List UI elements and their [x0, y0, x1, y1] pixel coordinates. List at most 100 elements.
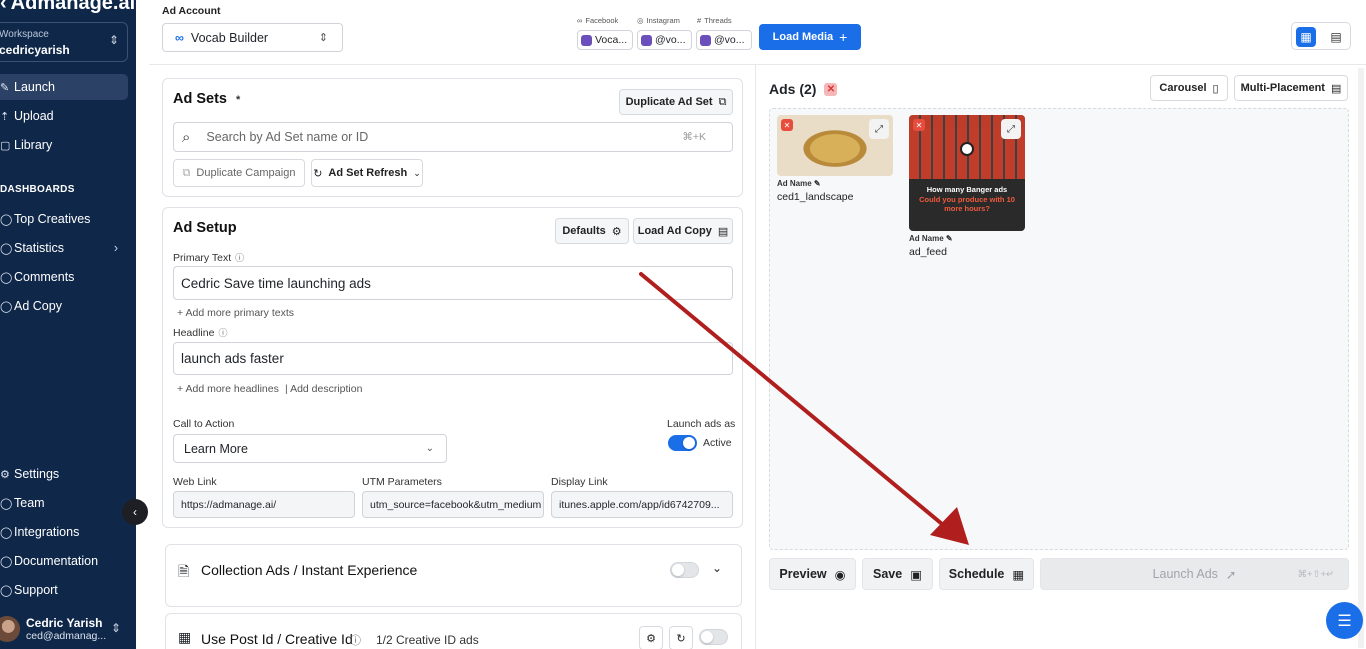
add-headlines-link[interactable]: + Add more headlines: [177, 383, 279, 395]
load-media-button[interactable]: Load Media +: [759, 24, 861, 50]
table-view-icon[interactable]: ▤: [1326, 27, 1346, 47]
shortcut-hint: ⌘+K: [682, 131, 706, 143]
post-id-settings-button[interactable]: ⚙: [639, 626, 663, 649]
threads-icon: #: [697, 16, 702, 25]
ads-dropzone[interactable]: ✕ ⤢ Ad Name ✎ ced1_landscape How many Ba…: [769, 108, 1349, 550]
label-text: Ad Name: [777, 179, 812, 188]
grid-view-icon[interactable]: ▦: [1296, 27, 1316, 47]
sidebar-item-label: Integrations: [14, 525, 80, 539]
toggle-knob: [701, 631, 713, 643]
required-marker: *: [236, 94, 241, 106]
add-description-link[interactable]: | Add description: [285, 383, 362, 395]
schedule-button[interactable]: Schedule ▦: [939, 558, 1034, 590]
chevron-updown-icon: ⇕: [318, 32, 328, 44]
threads-platform-label: # Threads: [697, 16, 732, 25]
launch-as-value: Active: [703, 437, 732, 449]
pencil-icon[interactable]: ✎: [946, 234, 953, 243]
utm-input[interactable]: utm_source=facebook&utm_medium: [362, 491, 544, 518]
collection-title: Collection Ads / Instant Experience: [201, 562, 418, 578]
sidebar-item-support[interactable]: ◯ Support: [0, 577, 128, 603]
workspace-selector[interactable]: Workspace cedricyarish ⇕: [0, 22, 128, 62]
user-menu[interactable]: Cedric Yarish ced@admanag... ⇕: [0, 612, 136, 646]
cta-select[interactable]: Learn More ⌄: [173, 434, 447, 463]
launch-active-toggle[interactable]: [668, 435, 697, 451]
preview-button[interactable]: Preview ◉: [769, 558, 856, 590]
headline-input[interactable]: launch ads faster: [173, 342, 733, 375]
ad-account-label: Ad Account: [162, 5, 221, 17]
display-link-input[interactable]: itunes.apple.com/app/id6742709...: [551, 491, 733, 518]
ad-name-label: Ad Name ✎: [777, 179, 893, 188]
sidebar-item-documentation[interactable]: ◯ Documentation: [0, 548, 128, 574]
expand-icon[interactable]: ⤢: [869, 119, 889, 139]
scrollbar[interactable]: [1358, 68, 1364, 648]
layers-icon: ▤: [1330, 82, 1342, 95]
chat-support-button[interactable]: ☰: [1326, 602, 1363, 639]
sidebar-item-ad-copy[interactable]: ◯ Ad Copy: [0, 293, 128, 319]
launch-ads-button[interactable]: Launch Ads ➚ ⌘+⇧+↵: [1040, 558, 1349, 590]
sidebar-item-upload[interactable]: ⇡ Upload: [0, 103, 128, 129]
sidebar-item-launch[interactable]: ✎ Launch: [0, 74, 128, 100]
section-dashboards: DASHBOARDS: [0, 184, 75, 195]
remove-ad-icon[interactable]: ✕: [781, 119, 793, 131]
button-label: Carousel: [1159, 82, 1207, 94]
chevron-right-icon: ›: [113, 241, 118, 255]
add-primary-texts-link[interactable]: + Add more primary texts: [177, 307, 294, 319]
post-id-toggle[interactable]: [699, 629, 728, 645]
sidebar-item-statistics[interactable]: ◯ Statistics ›: [0, 235, 128, 261]
sidebar-item-comments[interactable]: ◯ Comments: [0, 264, 128, 290]
expand-icon[interactable]: ⤢: [1001, 119, 1021, 139]
multi-placement-button[interactable]: Multi-Placement ▤: [1234, 75, 1348, 101]
remove-ad-icon[interactable]: ✕: [913, 119, 925, 131]
back-icon: ‹: [0, 0, 7, 14]
collection-toggle[interactable]: [670, 562, 699, 578]
copy-icon: ⧉: [718, 95, 727, 108]
ad-set-refresh-button[interactable]: ↻ Ad Set Refresh ⌄: [311, 159, 423, 187]
facebook-icon: ∞: [577, 16, 583, 25]
ad-account-value: Vocab Builder: [190, 30, 269, 45]
load-ad-copy-button[interactable]: Load Ad Copy ▤: [633, 218, 733, 244]
sidebar-item-library[interactable]: ▢ Library: [0, 132, 128, 158]
facebook-page-chip[interactable]: Voca...: [577, 30, 633, 50]
sidebar-item-top-creatives[interactable]: ◯ Top Creatives: [0, 206, 128, 232]
duplicate-campaign-button[interactable]: ⧉ Duplicate Campaign: [173, 159, 305, 187]
trophy-icon: ◯: [0, 213, 13, 226]
button-label: Load Media: [772, 31, 834, 43]
chat-icon: ☰: [1337, 612, 1352, 630]
carousel-button[interactable]: Carousel ▯: [1150, 75, 1228, 101]
pencil-icon[interactable]: ✎: [814, 179, 821, 188]
gear-icon: ⚙: [646, 632, 656, 645]
left-pane: Ad Sets * Duplicate Ad Set ⧉ ⌕ Search by …: [149, 65, 756, 649]
save-button[interactable]: Save ▣: [862, 558, 933, 590]
doc-icon: ◯: [0, 555, 13, 568]
search-icon: ⌕: [182, 128, 191, 146]
ad-card[interactable]: ✕ ⤢ Ad Name ✎ ced1_landscape: [777, 115, 893, 203]
post-id-refresh-button[interactable]: ↻: [669, 626, 693, 649]
main-area: Ad Account ∞ Vocab Builder ⇕ ∞ Facebook ◎…: [149, 0, 1366, 649]
post-id-card: ▦ Use Post Id / Creative Id ⓘ 1/2 Creati…: [165, 613, 742, 649]
sidebar-item-team[interactable]: ◯ Team: [0, 490, 128, 516]
collapse-sidebar-button[interactable]: ‹: [122, 499, 148, 525]
calendar-icon: ▦: [1012, 567, 1025, 582]
upload-icon: ⇡: [0, 110, 10, 123]
ad-set-search-input[interactable]: ⌕ Search by Ad Set name or ID ⌘+K: [173, 122, 733, 152]
ad-sets-card: Ad Sets * Duplicate Ad Set ⧉ ⌕ Search by …: [162, 78, 743, 197]
web-link-label: Web Link: [173, 476, 217, 488]
clear-ads-icon[interactable]: ✕: [824, 82, 838, 96]
ad-card[interactable]: How many Banger ads Could you produce wi…: [909, 115, 1025, 258]
defaults-button[interactable]: Defaults ⚙: [555, 218, 629, 244]
ad-account-select[interactable]: ∞ Vocab Builder ⇕: [162, 23, 343, 52]
account-avatar-icon: [700, 34, 711, 46]
sidebar-item-integrations[interactable]: ◯ Integrations: [0, 519, 128, 545]
duplicate-ad-set-button[interactable]: Duplicate Ad Set ⧉: [619, 89, 733, 115]
primary-text-input[interactable]: Cedric Save time launching ads: [173, 266, 733, 300]
web-link-input[interactable]: https://admanage.ai/: [173, 491, 355, 518]
user-name: Cedric Yarish: [26, 616, 103, 630]
carousel-icon: ▯: [1212, 82, 1219, 95]
creative-id-count: 1/2 Creative ID ads: [376, 633, 479, 647]
chevron-down-icon[interactable]: ⌄: [712, 561, 722, 575]
sidebar-item-settings[interactable]: ⚙ Settings: [0, 461, 128, 487]
cta-label: Call to Action: [173, 418, 235, 430]
instagram-account-chip[interactable]: @vo...: [637, 30, 692, 50]
brand-logo[interactable]: ‹ Admanage.ai: [0, 0, 135, 15]
threads-account-chip[interactable]: @vo...: [696, 30, 752, 50]
